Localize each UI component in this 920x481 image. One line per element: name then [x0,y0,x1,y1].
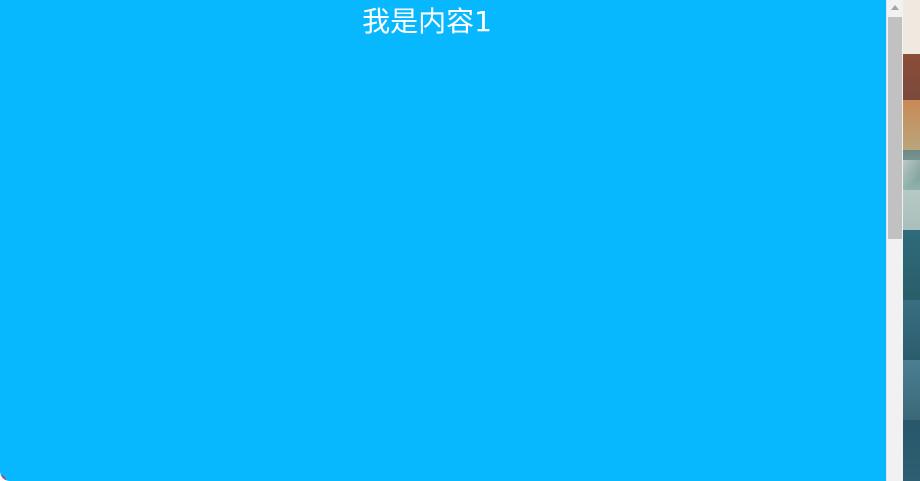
scroll-up-arrow-icon[interactable] [887,0,903,16]
content-title: 我是内容1 [362,5,492,38]
browser-viewport: 我是内容1 [0,0,920,481]
content-panel: 我是内容1 [0,0,886,481]
background-photo-strip [903,0,920,481]
panel-corner-accent [0,475,6,481]
vertical-scrollbar[interactable] [886,0,903,481]
scrollbar-thumb[interactable] [888,17,902,239]
